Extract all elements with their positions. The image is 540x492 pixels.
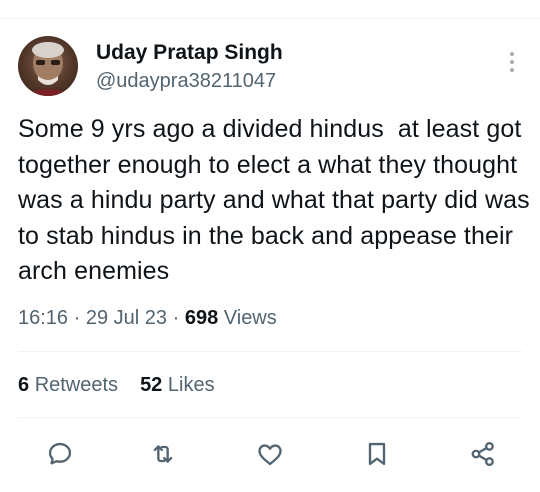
likes-label: Likes <box>167 374 215 396</box>
retweets-label: Retweets <box>34 374 119 396</box>
reply-button[interactable] <box>40 434 80 474</box>
tweet-text: Some 9 yrs ago a divided hindus at least… <box>18 115 537 285</box>
retweet-button[interactable] <box>143 434 183 474</box>
heart-icon <box>258 444 282 466</box>
share-icon <box>471 441 494 467</box>
retweets-stat[interactable]: 6 Retweets <box>18 374 118 396</box>
tweet-date[interactable]: 29 Jul 23 <box>86 307 167 329</box>
reply-icon <box>48 442 72 465</box>
meta-separator: · <box>73 307 81 329</box>
likes-stat[interactable]: 52 Likes <box>140 374 215 396</box>
views-label: Views <box>223 307 277 329</box>
divider-meta <box>18 351 522 352</box>
share-button[interactable] <box>463 434 503 474</box>
author-display-name[interactable]: Uday Pratap Singh <box>96 40 283 66</box>
author-names: Uday Pratap Singh @udaypra38211047 <box>96 40 283 94</box>
tweet-header: Uday Pratap Singh @udaypra38211047 <box>18 36 522 100</box>
bookmark-button[interactable] <box>357 434 397 474</box>
tweet-card: Uday Pratap Singh @udaypra38211047 Some … <box>0 0 540 492</box>
divider-stats <box>18 417 522 418</box>
retweet-icon <box>153 445 173 463</box>
author-handle[interactable]: @udaypra38211047 <box>96 68 283 94</box>
tweet-time[interactable]: 16:16 <box>18 307 68 329</box>
more-options-icon[interactable] <box>502 50 522 74</box>
retweets-count: 6 <box>18 374 30 396</box>
meta-separator: · <box>172 307 180 329</box>
avatar[interactable] <box>18 36 78 96</box>
likes-count: 52 <box>140 374 163 396</box>
like-button[interactable] <box>250 434 290 474</box>
top-divider <box>0 18 540 19</box>
views-count: 698 <box>184 307 219 329</box>
action-bar <box>0 434 540 474</box>
tweet-meta: 16:16 · 29 Jul 23 · 698 Views <box>18 305 277 331</box>
tweet-stats: 6 Retweets 52 Likes <box>18 372 215 398</box>
bookmark-icon <box>368 442 386 466</box>
